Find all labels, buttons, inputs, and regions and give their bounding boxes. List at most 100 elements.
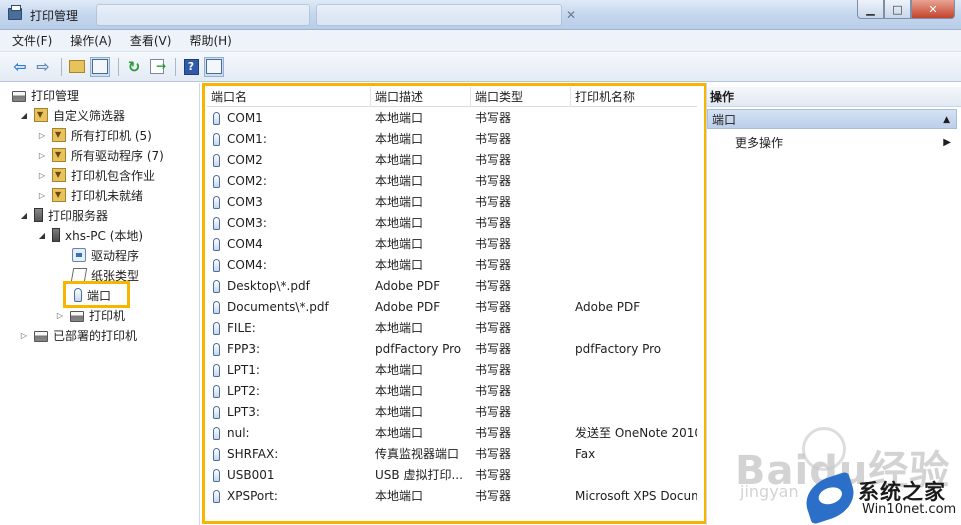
table-row[interactable]: LPT1: 本地端口 书写器: [207, 360, 697, 381]
port-description-cell: 传真监视器端口: [375, 447, 460, 461]
table-row[interactable]: nul: 本地端口 书写器 发送至 OneNote 2010: [207, 423, 697, 444]
port-icon: [213, 385, 220, 398]
table-row[interactable]: Documents\*.pdf Adobe PDF 书写器 Adobe PDF: [207, 297, 697, 318]
tree-item-label: xhs-PC (本地): [65, 228, 144, 243]
port-icon: [213, 154, 220, 167]
expand-arrow-icon[interactable]: ▷: [36, 171, 48, 180]
table-row[interactable]: Desktop\*.pdf Adobe PDF 书写器: [207, 276, 697, 297]
column-header-printer-name[interactable]: 打印机名称: [571, 87, 697, 107]
tree-item-drivers[interactable]: 驱动程序: [72, 245, 139, 265]
collapse-arrow-icon[interactable]: ◢: [18, 111, 30, 120]
tree-item-label: 已部署的打印机: [53, 328, 138, 343]
expand-arrow-icon[interactable]: ▷: [36, 151, 48, 160]
tree-item-printers-not-ready[interactable]: ▷ 打印机未就绪: [36, 185, 143, 205]
table-row[interactable]: FPP3: pdfFactory Pro 书写器 pdfFactory Pro: [207, 339, 697, 360]
expand-arrow-icon[interactable]: ▷: [36, 131, 48, 140]
port-type-cell: 书写器: [475, 258, 512, 272]
tree-item-printers[interactable]: ▷ 打印机: [54, 305, 125, 325]
port-name-cell: Desktop\*.pdf: [213, 276, 371, 297]
column-header-port-description[interactable]: 端口描述: [371, 87, 471, 107]
port-type-cell: 书写器: [475, 363, 512, 377]
printer-name-cell: [575, 129, 697, 150]
menu-action[interactable]: 操作(A): [70, 32, 112, 49]
expand-arrow-icon[interactable]: ▷: [18, 331, 30, 340]
table-row[interactable]: COM2 本地端口 书写器: [207, 150, 697, 171]
port-description-cell: 本地端口: [375, 363, 424, 377]
back-arrow-icon: ⇦: [13, 57, 27, 76]
port-description-cell: pdfFactory Pro: [375, 342, 462, 356]
show-hide-action-pane-button[interactable]: [204, 56, 224, 77]
port-name-cell: COM4: [213, 234, 371, 255]
table-row[interactable]: FILE: 本地端口 书写器: [207, 318, 697, 339]
port-icon: [213, 217, 220, 230]
close-button[interactable]: ✕: [911, 0, 955, 19]
table-row[interactable]: COM2: 本地端口 书写器: [207, 171, 697, 192]
server-icon: [34, 208, 43, 222]
port-name-cell: LPT1:: [213, 360, 371, 381]
port-type-cell: 书写器: [475, 174, 512, 188]
table-row[interactable]: COM3 本地端口 书写器: [207, 192, 697, 213]
actions-header: 操作: [707, 87, 961, 107]
printer-name-cell: [575, 255, 697, 276]
port-type-cell: 书写器: [475, 153, 512, 167]
collapse-arrow-icon[interactable]: ◢: [36, 231, 48, 240]
printer-name-cell: [575, 402, 697, 423]
back-button[interactable]: ⇦: [10, 57, 30, 77]
expand-arrow-icon[interactable]: ▷: [54, 311, 66, 320]
table-row[interactable]: SHRFAX: 传真监视器端口 书写器 Fax: [207, 444, 697, 465]
table-row[interactable]: LPT2: 本地端口 书写器: [207, 381, 697, 402]
table-row[interactable]: XPSPort: 本地端口 书写器 Microsoft XPS Document Wr…: [207, 486, 697, 507]
expand-arrow-icon[interactable]: ▷: [36, 191, 48, 200]
tree-item-all-printers[interactable]: ▷ 所有打印机 (5): [36, 125, 152, 145]
collapse-arrow-icon[interactable]: ◢: [18, 211, 30, 220]
tree-item-all-drivers[interactable]: ▷ 所有驱动程序 (7): [36, 145, 164, 165]
collapse-triangle-icon[interactable]: ▲: [943, 110, 950, 130]
port-icon: [213, 490, 220, 503]
minimize-button[interactable]: ▁: [857, 0, 884, 19]
port-name-text: FPP3:: [227, 342, 261, 356]
more-actions-item[interactable]: 更多操作 ▶: [735, 133, 951, 153]
column-header-port-name[interactable]: 端口名: [207, 87, 371, 107]
table-row[interactable]: COM1 本地端口 书写器: [207, 108, 697, 129]
tree-item-printers-with-jobs[interactable]: ▷ 打印机包含作业: [36, 165, 155, 185]
menu-file[interactable]: 文件(F): [12, 32, 52, 49]
up-one-level-button[interactable]: [67, 57, 87, 77]
submenu-arrow-icon: ▶: [943, 137, 951, 148]
table-row[interactable]: COM4: 本地端口 书写器: [207, 255, 697, 276]
port-name-cell: FPP3:: [213, 339, 371, 360]
tree-item-print-servers[interactable]: ◢ 打印服务器: [18, 205, 108, 225]
refresh-button[interactable]: ↻: [124, 57, 144, 77]
help-button[interactable]: ?: [181, 57, 201, 77]
export-list-button[interactable]: [147, 57, 167, 77]
menu-view[interactable]: 查看(V): [130, 32, 172, 49]
maximize-button[interactable]: □: [884, 0, 911, 19]
table-row[interactable]: LPT3: 本地端口 书写器: [207, 402, 697, 423]
refresh-icon: ↻: [127, 57, 141, 76]
port-type-cell: 书写器: [475, 384, 512, 398]
filter-icon: [34, 108, 48, 122]
show-hide-tree-button[interactable]: [90, 56, 110, 77]
tree-item-print-management[interactable]: 打印管理: [12, 85, 79, 105]
port-description-cell: 本地端口: [375, 384, 424, 398]
tree-item-deployed-printers[interactable]: ▷ 已部署的打印机: [18, 325, 137, 345]
actions-section-ports[interactable]: 端口 ▲: [707, 109, 957, 129]
port-icon: [213, 259, 220, 272]
table-row[interactable]: COM4 本地端口 书写器: [207, 234, 697, 255]
port-icon: [213, 175, 220, 188]
table-row[interactable]: COM1: 本地端口 书写器: [207, 129, 697, 150]
tree-item-custom-filters[interactable]: ◢ 自定义筛选器: [18, 105, 125, 125]
port-name-text: SHRFAX:: [227, 447, 279, 461]
table-row[interactable]: USB001 USB 虚拟打印... 书写器: [207, 465, 697, 486]
port-type-cell: 书写器: [475, 132, 512, 146]
menu-help[interactable]: 帮助(H): [189, 32, 231, 49]
ports-highlight-frame: [63, 281, 130, 308]
port-name-cell: COM2:: [213, 171, 371, 192]
port-description-cell: Adobe PDF: [375, 279, 441, 293]
port-name-text: COM2:: [227, 174, 267, 188]
column-header-port-type[interactable]: 端口类型: [471, 87, 571, 107]
table-row[interactable]: COM3: 本地端口 书写器: [207, 213, 697, 234]
port-description-cell: 本地端口: [375, 195, 424, 209]
port-name-text: COM1: [227, 111, 263, 125]
tree-item-local-server[interactable]: ◢ xhs-PC (本地): [36, 225, 143, 245]
forward-button[interactable]: ⇨: [33, 57, 53, 77]
